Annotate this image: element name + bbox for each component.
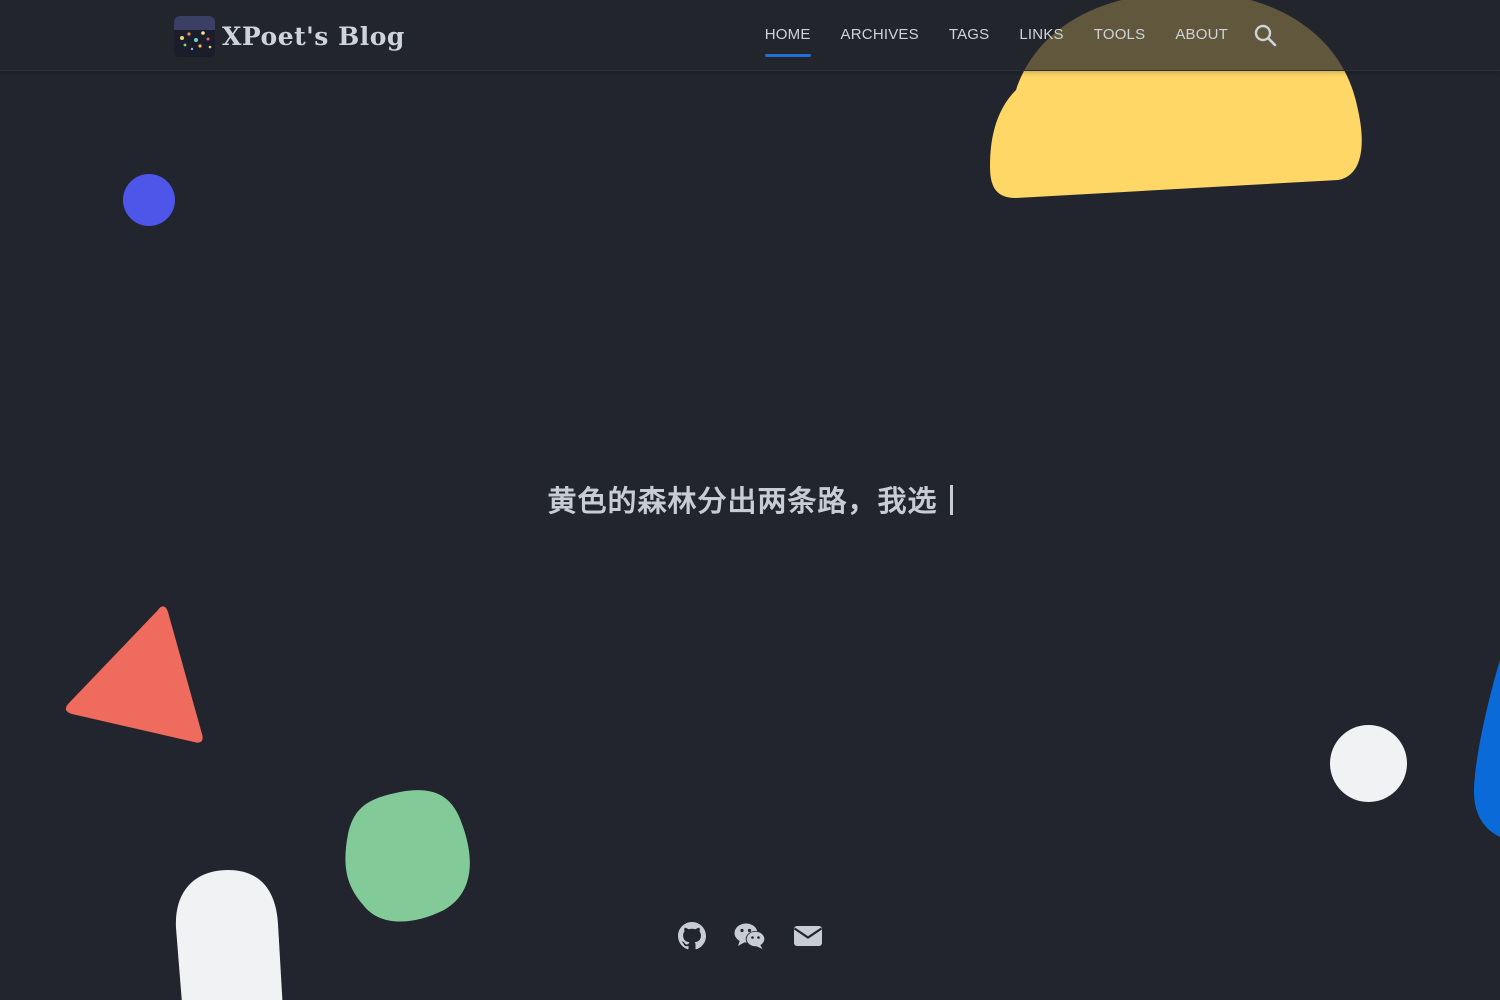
white-dot-shape — [1330, 725, 1407, 802]
brand-link[interactable]: XPoet's Blog — [174, 15, 405, 57]
github-link[interactable] — [676, 920, 708, 952]
nav-archives[interactable]: ARCHIVES — [841, 0, 919, 70]
github-icon — [678, 922, 706, 950]
nav-tags[interactable]: TAGS — [949, 0, 990, 70]
nav-home[interactable]: HOME — [764, 0, 811, 70]
blue-edge-shape — [1474, 660, 1500, 837]
social-links — [0, 920, 1500, 952]
red-triangle-shape — [65, 606, 203, 743]
page: XPoet's Blog HOME ARCHIVES TAGS LINKS TO… — [0, 0, 1500, 1000]
main-nav: HOME ARCHIVES TAGS LINKS TOOLS ABOUT — [764, 0, 1278, 70]
nav-tools[interactable]: TOOLS — [1094, 0, 1146, 70]
hero-typing-text: 黄色的森林分出两条路，我选 — [0, 478, 1500, 520]
wechat-icon — [734, 923, 766, 949]
nav-about[interactable]: ABOUT — [1175, 0, 1228, 70]
nav-links[interactable]: LINKS — [1019, 0, 1063, 70]
typing-cursor — [949, 485, 953, 515]
hero-text: 黄色的森林分出两条路，我选 — [547, 484, 938, 518]
email-icon — [793, 926, 823, 946]
site-title: XPoet's Blog — [222, 21, 405, 51]
green-blob-shape — [345, 790, 470, 922]
blue-dot-shape — [123, 174, 175, 226]
email-link[interactable] — [792, 920, 824, 952]
city-lights-avatar-icon — [174, 15, 215, 57]
search-icon — [1254, 24, 1277, 47]
search-button[interactable] — [1252, 22, 1278, 48]
site-header: XPoet's Blog HOME ARCHIVES TAGS LINKS TO… — [0, 0, 1500, 71]
wechat-link[interactable] — [734, 920, 766, 952]
